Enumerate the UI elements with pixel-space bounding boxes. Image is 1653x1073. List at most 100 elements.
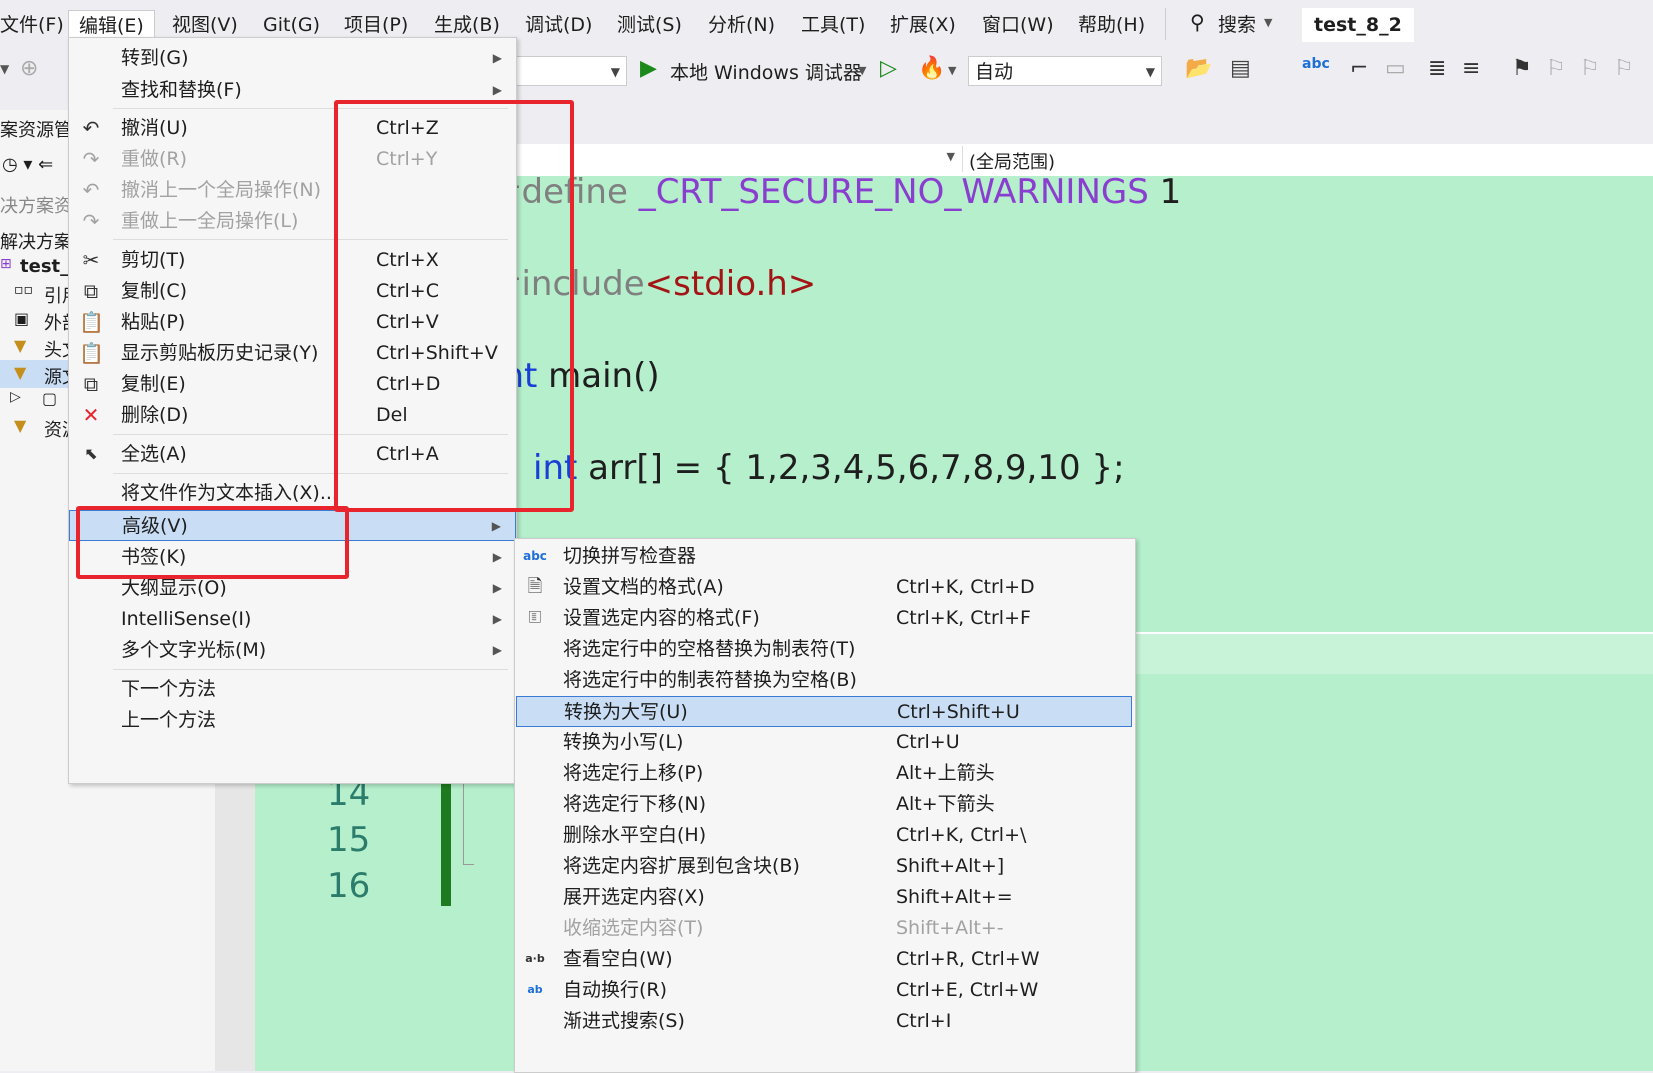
global-scope-label: (全局范围) [969, 152, 1056, 173]
menu-item-label: 上一个方法 [121, 709, 217, 731]
folder-icon[interactable]: 📂 [1185, 56, 1212, 81]
menu-debug[interactable]: 调试(D) [525, 10, 592, 40]
annotation-box-shortcuts [334, 100, 574, 512]
indent-icon[interactable]: ≣ [1428, 56, 1446, 81]
code-array-decl: arr[] = { 1,2,3,4,5,6,7,8,9,10 }; [588, 448, 1125, 488]
spellcheck-icon[interactable]: abc [1302, 56, 1330, 72]
menu-item-label: 粘贴(P) [121, 311, 186, 333]
menu-item-uppercase[interactable]: 转换为大写(U) Ctrl+Shift+U [516, 696, 1132, 727]
menu-test[interactable]: 测试(S) [617, 10, 682, 40]
back-dropdown-icon[interactable]: ▼ [0, 62, 9, 76]
menu-item-label: 查找和替换(F) [121, 79, 242, 101]
menu-item-format-document[interactable]: 🗎 设置文档的格式(A) Ctrl+K, Ctrl+D [515, 572, 1135, 603]
menu-item-expand-to-block[interactable]: 将选定内容扩展到包含块(B) Shift+Alt+] [515, 851, 1135, 882]
menu-item-incremental-search[interactable]: 渐进式搜索(S) Ctrl+I [515, 1006, 1135, 1037]
copy-icon: ⧉ [83, 279, 99, 303]
menu-item-move-line-down[interactable]: 将选定行下移(N) Alt+下箭头 [515, 789, 1135, 820]
menu-item-label: 删除水平空白(H) [563, 824, 707, 846]
word-wrap-icon: ab [527, 983, 543, 996]
menu-analyze[interactable]: 分析(N) [708, 10, 775, 40]
menu-item-move-line-up[interactable]: 将选定行上移(P) Alt+上箭头 [515, 758, 1135, 789]
comment-icon[interactable]: ⌐ [1350, 56, 1368, 81]
menu-item-label: 撤消上一个全局操作(N) [121, 179, 322, 201]
menu-item-next-method[interactable]: 下一个方法 [69, 674, 516, 705]
menu-item-delete-whitespace[interactable]: 删除水平空白(H) Ctrl+K, Ctrl+\ [515, 820, 1135, 851]
uncomment-icon[interactable]: ▭ [1385, 56, 1406, 81]
whitespace-icon: a·b [525, 952, 545, 965]
play-icon[interactable]: ▶ [640, 56, 657, 81]
history-icon[interactable]: ◷ ▾ ⇐ [2, 154, 53, 175]
prev-bookmark-icon[interactable]: ⚐ [1546, 56, 1566, 81]
menu-item-expand-selection[interactable]: 展开选定内容(X) Shift+Alt+= [515, 882, 1135, 913]
menu-item-label: 将选定行中的空格替换为制表符(T) [563, 638, 856, 660]
start-without-debug-icon[interactable]: ▷ [880, 56, 897, 81]
search-icon[interactable]: ⚲ [1190, 10, 1205, 34]
menu-item-label: 切换拼写检查器 [563, 545, 697, 567]
references-icon: ▫▫ [14, 282, 33, 298]
menu-item-lowercase[interactable]: 转换为小写(L) Ctrl+U [515, 727, 1135, 758]
menu-file[interactable]: 文件(F) [0, 10, 64, 40]
menu-item-label: 下一个方法 [121, 678, 217, 700]
menu-extensions[interactable]: 扩展(X) [890, 10, 956, 40]
expand-arrow-icon[interactable]: ▷ [10, 389, 21, 405]
menu-item-label: 将文件作为文本插入(X)... [121, 482, 338, 504]
menu-item-format-selection[interactable]: 🗉 设置选定内容的格式(F) Ctrl+K, Ctrl+F [515, 603, 1135, 634]
platform-combo[interactable]: ▼ [515, 56, 627, 86]
next-bookmark-icon[interactable]: ⚐ [1580, 56, 1600, 81]
c-file-icon[interactable]: ▢ [42, 389, 57, 408]
menu-item-label: 将选定行下移(N) [563, 793, 707, 815]
menu-item-shortcut: Ctrl+R, Ctrl+W [896, 948, 1040, 970]
menu-item-label: 渐进式搜索(S) [563, 1010, 685, 1032]
project-icon: ⊞ [0, 256, 12, 272]
document-icon: 🗎 [527, 576, 543, 597]
code-header: <stdio.h> [644, 264, 817, 304]
submenu-arrow-icon: ▶ [492, 550, 502, 564]
menu-item-word-wrap[interactable]: ab 自动换行(R) Ctrl+E, Ctrl+W [515, 975, 1135, 1006]
outdent-icon[interactable]: ≡ [1462, 56, 1480, 81]
document-tabs [515, 96, 1653, 144]
search-label[interactable]: 搜索 [1218, 10, 1256, 40]
menu-item-shortcut: Ctrl+I [896, 1010, 952, 1032]
global-scope-combo[interactable]: (全局范围) [962, 146, 1653, 173]
clipboard-icon: 📋 [79, 310, 104, 334]
solution-explorer-title: 案资源管 [0, 120, 72, 141]
clear-bookmarks-icon[interactable]: ⚐ [1614, 56, 1634, 81]
window-layout-icon[interactable]: ▤ [1230, 56, 1251, 81]
menu-item-shortcut: Ctrl+U [896, 731, 960, 753]
menu-item-prev-method[interactable]: 上一个方法 [69, 705, 516, 736]
menu-item-intellisense[interactable]: IntelliSense(I) ▶ [69, 604, 516, 635]
forward-icon[interactable]: ⊕ [20, 56, 38, 81]
menu-item-tabify[interactable]: 将选定行中的空格替换为制表符(T) [515, 634, 1135, 665]
menu-tools[interactable]: 工具(T) [801, 10, 865, 40]
auto-combo[interactable]: 自动 ▼ [968, 56, 1162, 86]
chevron-down-icon: ▼ [946, 150, 955, 163]
menu-view[interactable]: 视图(V) [172, 10, 238, 40]
folder-filter-icon: ▼ [14, 336, 27, 355]
search-dropdown-icon[interactable]: ▼ [1264, 16, 1272, 29]
menu-item-label: 设置选定内容的格式(F) [563, 607, 760, 629]
line-number: 16 [327, 866, 371, 906]
menu-item-untabify[interactable]: 将选定行中的制表符替换为空格(B) [515, 665, 1135, 696]
menu-build[interactable]: 生成(B) [434, 10, 500, 40]
menu-item-goto[interactable]: 转到(G) ▶ [69, 43, 516, 74]
solution-search-input[interactable]: 决方案资 [0, 192, 72, 218]
menu-git[interactable]: Git(G) [263, 10, 320, 40]
menu-item-view-whitespace[interactable]: a·b 查看空白(W) Ctrl+R, Ctrl+W [515, 944, 1135, 975]
menu-help[interactable]: 帮助(H) [1078, 10, 1145, 40]
undo-icon: ↶ [82, 178, 100, 202]
chevron-down-icon: ▼ [610, 65, 620, 79]
menu-window[interactable]: 窗口(W) [982, 10, 1054, 40]
file-scope-combo[interactable]: ▼ [515, 146, 961, 172]
debugger-dropdown-icon[interactable]: ▼ [858, 64, 866, 77]
menu-project[interactable]: 项目(P) [344, 10, 408, 40]
menu-item-toggle-spellcheck[interactable]: abc 切换拼写检查器 [515, 541, 1135, 572]
hot-reload-dropdown-icon[interactable]: ▼ [948, 64, 956, 77]
menu-item-multi-caret[interactable]: 多个文字光标(M) ▶ [69, 635, 516, 666]
solution-node[interactable]: 解决方案 [0, 228, 72, 254]
spellcheck-icon: abc [523, 549, 547, 563]
hot-reload-icon[interactable]: 🔥 [918, 56, 945, 81]
menu-item-contract-selection[interactable]: 收缩选定内容(T) Shift+Alt+- [515, 913, 1135, 944]
line-number: 15 [327, 820, 371, 860]
debugger-button[interactable]: 本地 Windows 调试器 [670, 58, 862, 85]
bookmark-icon[interactable]: ⚑ [1512, 56, 1532, 81]
